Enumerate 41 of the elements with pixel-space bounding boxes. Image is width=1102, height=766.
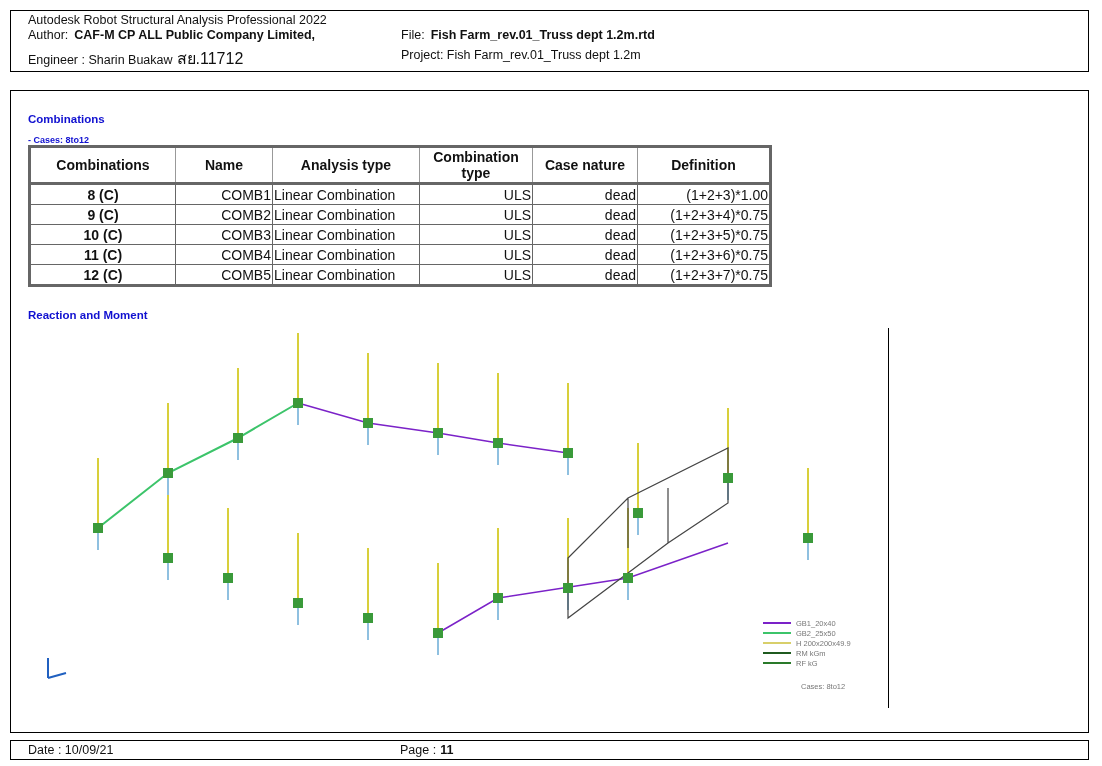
section-title: Combinations xyxy=(28,113,106,125)
author-name: CAF-M CP ALL Public Company Limited, xyxy=(74,27,316,42)
table-cell: Linear Combination xyxy=(272,183,420,205)
file-name: Fish Farm_rev.01_Truss dept 1.2m.rtd xyxy=(430,28,655,42)
table-cell: COMB1 xyxy=(175,183,273,205)
column-header: Combination type xyxy=(419,146,533,184)
app-title: Autodesk Robot Structural Analysis Professional 2022 xyxy=(28,13,328,27)
page-number: 11 xyxy=(440,743,454,757)
column-header: Analysis type xyxy=(272,146,420,184)
table-cell: Linear Combination xyxy=(272,224,420,245)
table-cell: Linear Combination xyxy=(272,244,420,265)
table-cell: COMB3 xyxy=(175,224,273,245)
table-cell: 9 (C) xyxy=(29,204,176,225)
table-cell: COMB2 xyxy=(175,204,273,225)
table-cell: ULS xyxy=(419,183,533,205)
table-cell: COMB4 xyxy=(175,244,273,265)
table-cell: dead xyxy=(532,183,638,205)
section-title: Reaction and Moment xyxy=(28,309,149,321)
column-header: Combinations xyxy=(29,146,176,184)
column-header: Name xyxy=(175,146,273,184)
column-header: Case nature xyxy=(532,146,638,184)
table-cell: dead xyxy=(532,204,638,225)
footer-date: Date : 10/09/21 xyxy=(28,743,115,757)
table-cell: Linear Combination xyxy=(272,204,420,225)
author-label: Author: xyxy=(28,27,69,42)
column-header: Definition xyxy=(637,146,771,184)
table-cell: ULS xyxy=(419,224,533,245)
file-label: File: xyxy=(401,28,425,42)
table-cell: ULS xyxy=(419,244,533,265)
project-name: Project: Fish Farm_rev.01_Truss dept 1.2m xyxy=(401,48,641,62)
table-cell: dead xyxy=(532,224,638,245)
engineer-id: สย.11712 xyxy=(176,49,244,69)
table-cell: 10 (C) xyxy=(29,224,176,245)
table-cell: Linear Combination xyxy=(272,264,420,286)
cases-label: - Cases: 8to12 xyxy=(28,135,91,145)
engineer-label: Engineer : Sharin Buakaw xyxy=(28,53,173,67)
page-label: Page : xyxy=(400,743,437,757)
table-cell: dead xyxy=(532,244,638,265)
table-cell: ULS xyxy=(419,204,533,225)
table-cell: 8 (C) xyxy=(29,183,176,205)
table-cell: 11 (C) xyxy=(29,244,176,265)
